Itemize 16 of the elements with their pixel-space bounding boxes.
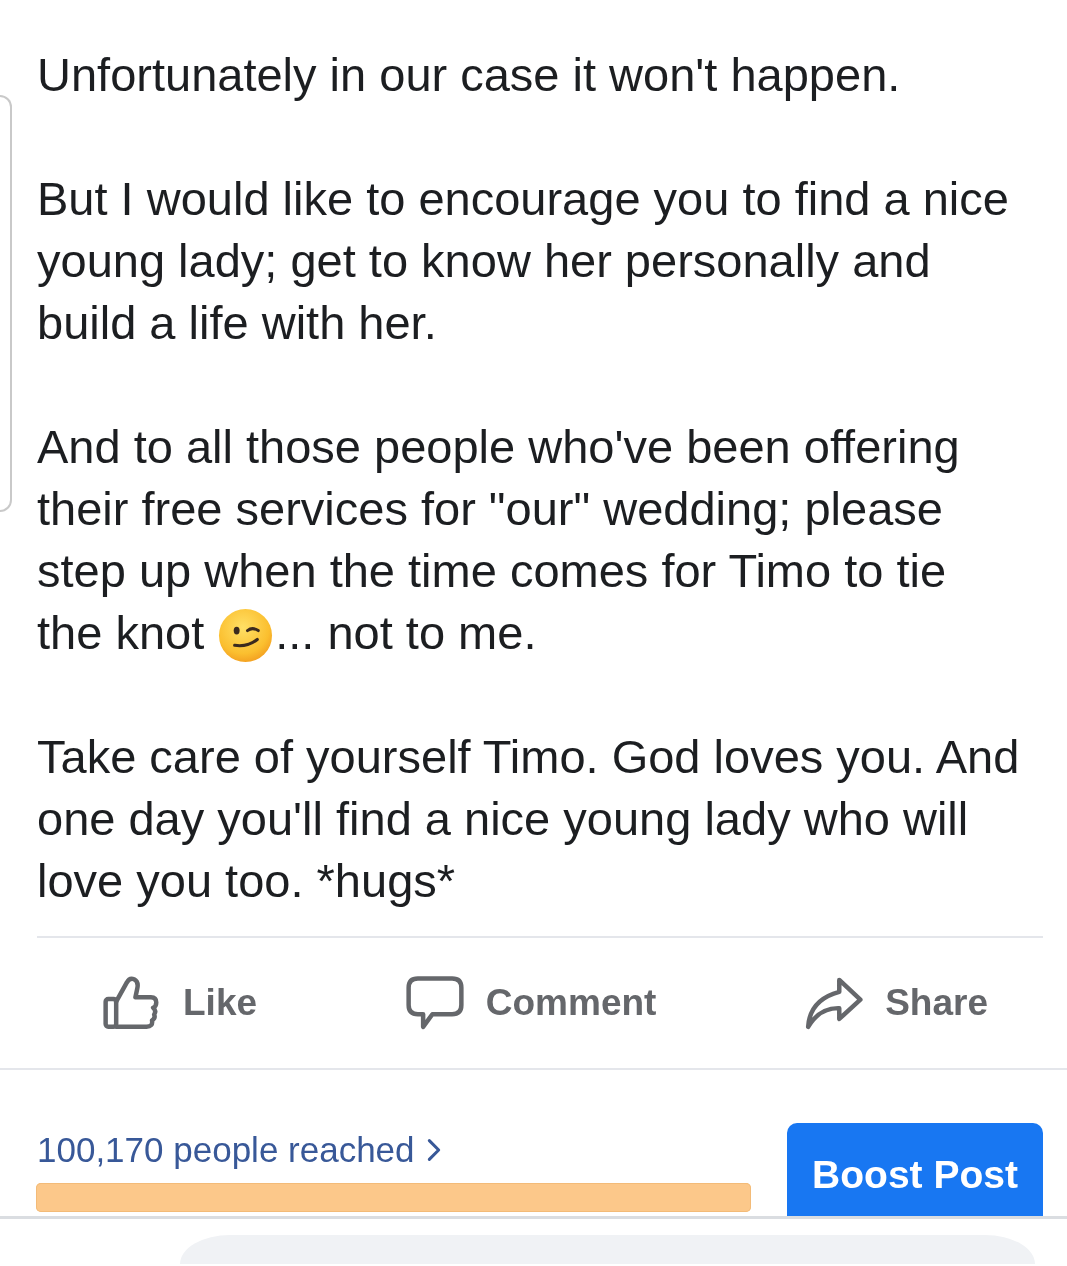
chevron-right-icon (426, 1138, 441, 1162)
post-text: ... not to me. (275, 605, 537, 661)
post-paragraph: But I would like to encourage you to find a nice young lady; get to know her personally and build a life with her. (37, 171, 1009, 351)
post-text: the knot (37, 605, 205, 661)
post-paragraph: Unfortunately in our case it won't happen. (37, 47, 901, 103)
comment-button[interactable]: Comment (405, 975, 657, 1031)
boost-post-button[interactable]: Boost Post (787, 1123, 1043, 1216)
post-paragraph: Take care of yourself Timo. God loves you. And one day you'll find a nice young lady who will love you too. *hugs* (37, 729, 1020, 909)
reach-link[interactable]: 100,170 people reached (36, 1128, 441, 1172)
like-button[interactable]: Like (103, 975, 258, 1031)
thumbs-up-icon (103, 975, 161, 1031)
speech-bubble-icon (405, 975, 464, 1031)
share-arrow-icon (805, 975, 864, 1031)
share-button[interactable]: Share (805, 975, 988, 1031)
winking-face-icon (218, 607, 274, 663)
edge-panel-handle[interactable] (0, 95, 12, 512)
